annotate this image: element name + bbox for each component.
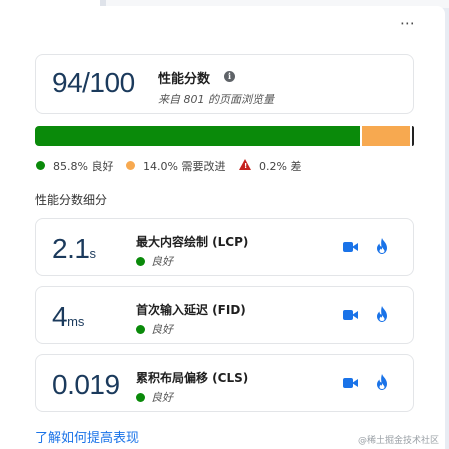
distribution-good-segment [35, 126, 360, 146]
flame-icon[interactable] [375, 374, 389, 390]
metric-card-lcp[interactable]: 2.1s 最大内容绘制 (LCP) 良好 [35, 218, 414, 276]
metric-status: 良好 [136, 253, 173, 269]
score-distribution-bar [35, 126, 414, 146]
legend-poor-label: 0.2% 差 [259, 160, 302, 173]
score-card: 94/100 性能分数 i 来自 801 的页面浏览量 [35, 54, 414, 114]
video-camera-icon[interactable] [343, 309, 359, 321]
improve-performance-link[interactable]: 了解如何提高表现 [35, 427, 139, 446]
score-title: 性能分数 [158, 72, 211, 87]
metric-value: 2.1s [52, 233, 96, 265]
metric-name: 首次输入延迟 (FID) [136, 303, 246, 317]
metric-value: 4ms [52, 301, 84, 333]
breakdown-title: 性能分数细分 [35, 193, 108, 207]
orange-dot-icon [126, 161, 135, 170]
metric-unit: s [89, 246, 96, 261]
green-dot-icon [136, 393, 145, 402]
metric-name: 累积布局偏移 (CLS) [136, 371, 249, 385]
metric-status: 良好 [136, 321, 173, 337]
metric-number: 2.1 [52, 233, 90, 264]
more-options-icon[interactable]: ⋯ [397, 16, 419, 32]
green-dot-icon [136, 257, 145, 266]
watermark: @稀土掘金技术社区 [357, 436, 439, 446]
flame-icon[interactable] [375, 238, 389, 254]
legend-good-label: 85.8% 良好 [53, 160, 114, 173]
metric-status-label: 良好 [151, 391, 173, 404]
metric-unit: ms [67, 314, 85, 329]
metric-number: 4 [52, 301, 68, 332]
legend-improve-label: 14.0% 需要改进 [143, 160, 226, 173]
flame-icon[interactable] [375, 306, 389, 322]
video-camera-icon[interactable] [343, 377, 359, 389]
metric-value: 0.019 [52, 369, 120, 401]
warning-triangle-icon: ! [239, 159, 251, 170]
metric-status-label: 良好 [151, 323, 173, 336]
green-dot-icon [136, 325, 145, 334]
info-icon[interactable]: i [224, 71, 235, 82]
metric-name: 最大内容绘制 (LCP) [136, 235, 249, 249]
distribution-poor-segment [412, 126, 414, 146]
metric-card-cls[interactable]: 0.019 累积布局偏移 (CLS) 良好 [35, 354, 414, 412]
distribution-improve-segment [362, 126, 410, 146]
video-camera-icon[interactable] [343, 241, 359, 253]
green-dot-icon [36, 161, 45, 170]
metric-status: 良好 [136, 389, 173, 405]
metric-number: 0.019 [52, 369, 120, 400]
score-subtitle: 来自 801 的页面浏览量 [158, 93, 274, 106]
score-value: 94/100 [52, 67, 135, 98]
metric-card-fid[interactable]: 4ms 首次输入延迟 (FID) 良好 [35, 286, 414, 344]
metric-status-label: 良好 [151, 255, 173, 268]
